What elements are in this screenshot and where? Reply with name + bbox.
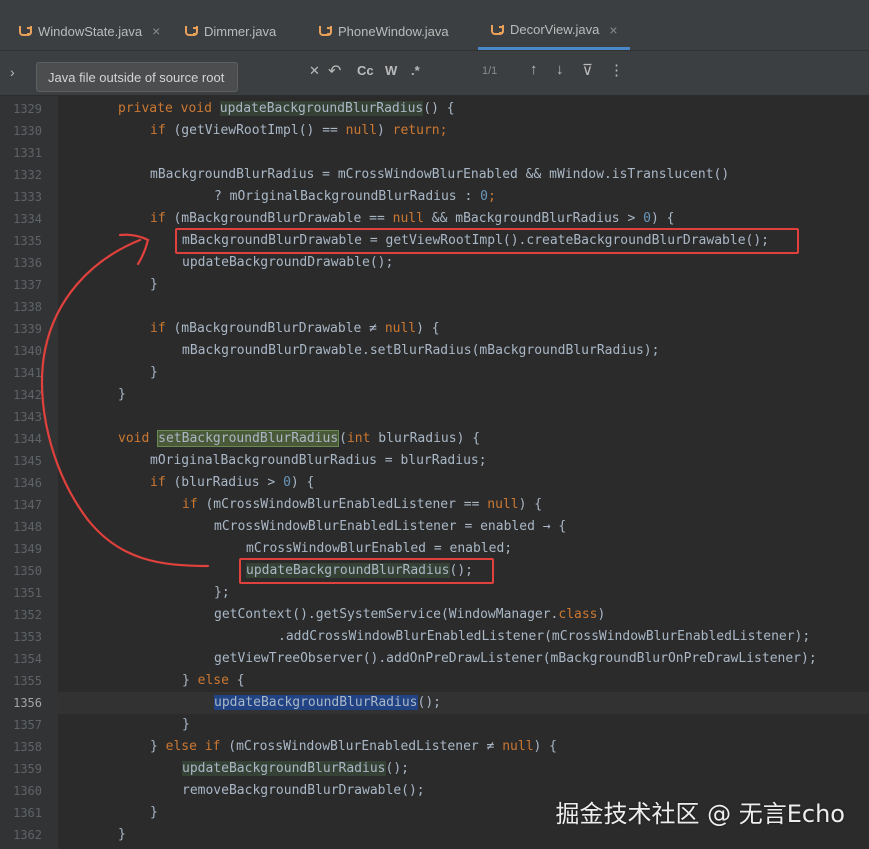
code-line: mBackgroundBlurDrawable.setBlurRadius(mB… (182, 343, 660, 358)
line-number: 1353 (13, 630, 42, 644)
line-number: 1355 (13, 674, 42, 688)
arrow-up-icon[interactable]: ↑ (530, 61, 538, 78)
tab-label: DecorView.java (510, 22, 600, 37)
annotation-box-create-blur-drawable (175, 228, 799, 254)
code-line: if (mBackgroundBlurDrawable == null && m… (150, 211, 675, 226)
line-number: 1352 (13, 608, 42, 622)
tab-phonewindow[interactable]: PhoneWindow.java (318, 12, 449, 50)
code-line: updateBackgroundBlurRadius(); (182, 761, 409, 776)
code-line: mCrossWindowBlurEnabled = enabled; (246, 541, 513, 556)
code-line: }; (214, 585, 230, 600)
close-icon[interactable]: × (609, 22, 617, 38)
code-line: if (getViewRootImpl() == null) return; (150, 123, 448, 138)
java-file-icon (18, 24, 32, 38)
match-case-button[interactable]: Cc (357, 63, 374, 78)
java-file-icon (184, 24, 198, 38)
tab-label: Dimmer.java (204, 23, 277, 39)
code-line: void setBackgroundBlurRadius(int blurRad… (118, 430, 481, 447)
line-number: 1330 (13, 124, 42, 138)
arrow-down-icon[interactable]: ↓ (556, 61, 564, 78)
more-icon[interactable]: ⋮ (609, 61, 624, 79)
tooltip: Java file outside of source root (36, 62, 238, 92)
line-number-gutter: 1329 1330 1331 1332 1333 1334 1335 1336 1337 1338… (0, 96, 58, 849)
annotation-box-update-blur-radius (239, 558, 494, 584)
match-count: 1/1 (482, 65, 498, 77)
code-line: ? mOriginalBackgroundBlurRadius : 0; (214, 189, 496, 204)
line-number: 1362 (13, 828, 42, 842)
line-number: 1346 (13, 476, 42, 490)
tab-label: PhoneWindow.java (338, 23, 449, 39)
line-number: 1350 (13, 564, 42, 578)
code-line: removeBackgroundBlurDrawable(); (182, 783, 425, 798)
code-line: updateBackgroundDrawable(); (182, 255, 394, 270)
line-number: 1356 (13, 696, 42, 710)
line-number: 1331 (13, 146, 42, 160)
code-line: } (118, 387, 126, 402)
line-number: 1360 (13, 784, 42, 798)
line-number: 1351 (13, 586, 42, 600)
line-number: 1359 (13, 762, 42, 776)
line-number: 1336 (13, 256, 42, 270)
line-number: 1339 (13, 322, 42, 336)
java-file-icon (318, 24, 332, 38)
line-number: 1343 (13, 410, 42, 424)
line-number: 1340 (13, 344, 42, 358)
code-line: getViewTreeObserver().addOnPreDrawListen… (214, 651, 817, 666)
current-line-highlight (58, 692, 869, 714)
line-number: 1357 (13, 718, 42, 732)
code-line: mBackgroundBlurRadius = mCrossWindowBlur… (150, 167, 730, 182)
chevron-right-icon[interactable]: › (10, 64, 30, 80)
clear-search-icon[interactable]: ✕ (309, 63, 320, 79)
code-line: } (150, 805, 158, 820)
code-line: } (182, 717, 190, 732)
tab-dimmer[interactable]: Dimmer.java (184, 12, 276, 50)
line-number: 1347 (13, 498, 42, 512)
code-line: if (blurRadius > 0) { (150, 475, 315, 490)
code-line: mCrossWindowBlurEnabledListener = enable… (214, 519, 567, 534)
code-line: mOriginalBackgroundBlurRadius = blurRadi… (150, 453, 487, 468)
editor-tab-bar: WindowState.java × Dimmer.java PhoneWind… (0, 0, 869, 51)
line-number: 1335 (13, 234, 42, 248)
code-line: } else if (mCrossWindowBlurEnabledListen… (150, 739, 558, 754)
code-line: } (150, 365, 158, 380)
line-number: 1348 (13, 520, 42, 534)
code-line: } (118, 827, 126, 842)
code-line: if (mBackgroundBlurDrawable ≠ null) { (150, 321, 440, 336)
line-number: 1341 (13, 366, 42, 380)
regex-button[interactable]: .* (411, 63, 420, 78)
code-line: if (mCrossWindowBlurEnabledListener == n… (182, 497, 543, 512)
line-number: 1334 (13, 212, 42, 226)
line-number: 1332 (13, 168, 42, 182)
line-number: 1342 (13, 388, 42, 402)
line-number: 1338 (13, 300, 42, 314)
code-line: } (150, 277, 158, 292)
line-number: 1344 (13, 432, 42, 446)
tab-windowstate[interactable]: WindowState.java × (18, 12, 160, 50)
line-number: 1337 (13, 278, 42, 292)
code-line: updateBackgroundBlurRadius(); (214, 695, 441, 710)
line-number: 1361 (13, 806, 42, 820)
line-number: 1333 (13, 190, 42, 204)
java-file-icon (490, 23, 504, 37)
code-line: .addCrossWindowBlurEnabledListener(mCros… (278, 629, 811, 644)
close-icon[interactable]: × (152, 23, 160, 39)
watermark: 掘金技术社区 @ 无言Echo (555, 800, 845, 828)
tab-label: WindowState.java (38, 23, 143, 39)
words-button[interactable]: W (385, 63, 397, 78)
line-number: 1358 (13, 740, 42, 754)
undo-icon[interactable]: ↶ (328, 61, 341, 81)
line-number: 1329 (13, 102, 42, 116)
line-number: 1354 (13, 652, 42, 666)
tab-decorview[interactable]: DecorView.java × (478, 12, 630, 50)
code-line: getContext().getSystemService(WindowMana… (214, 607, 606, 622)
code-line: } else { (182, 673, 245, 688)
code-line: private void updateBackgroundBlurRadius(… (118, 101, 455, 116)
line-number: 1349 (13, 542, 42, 556)
line-number: 1345 (13, 454, 42, 468)
filter-icon[interactable]: ⊽ (582, 61, 593, 79)
